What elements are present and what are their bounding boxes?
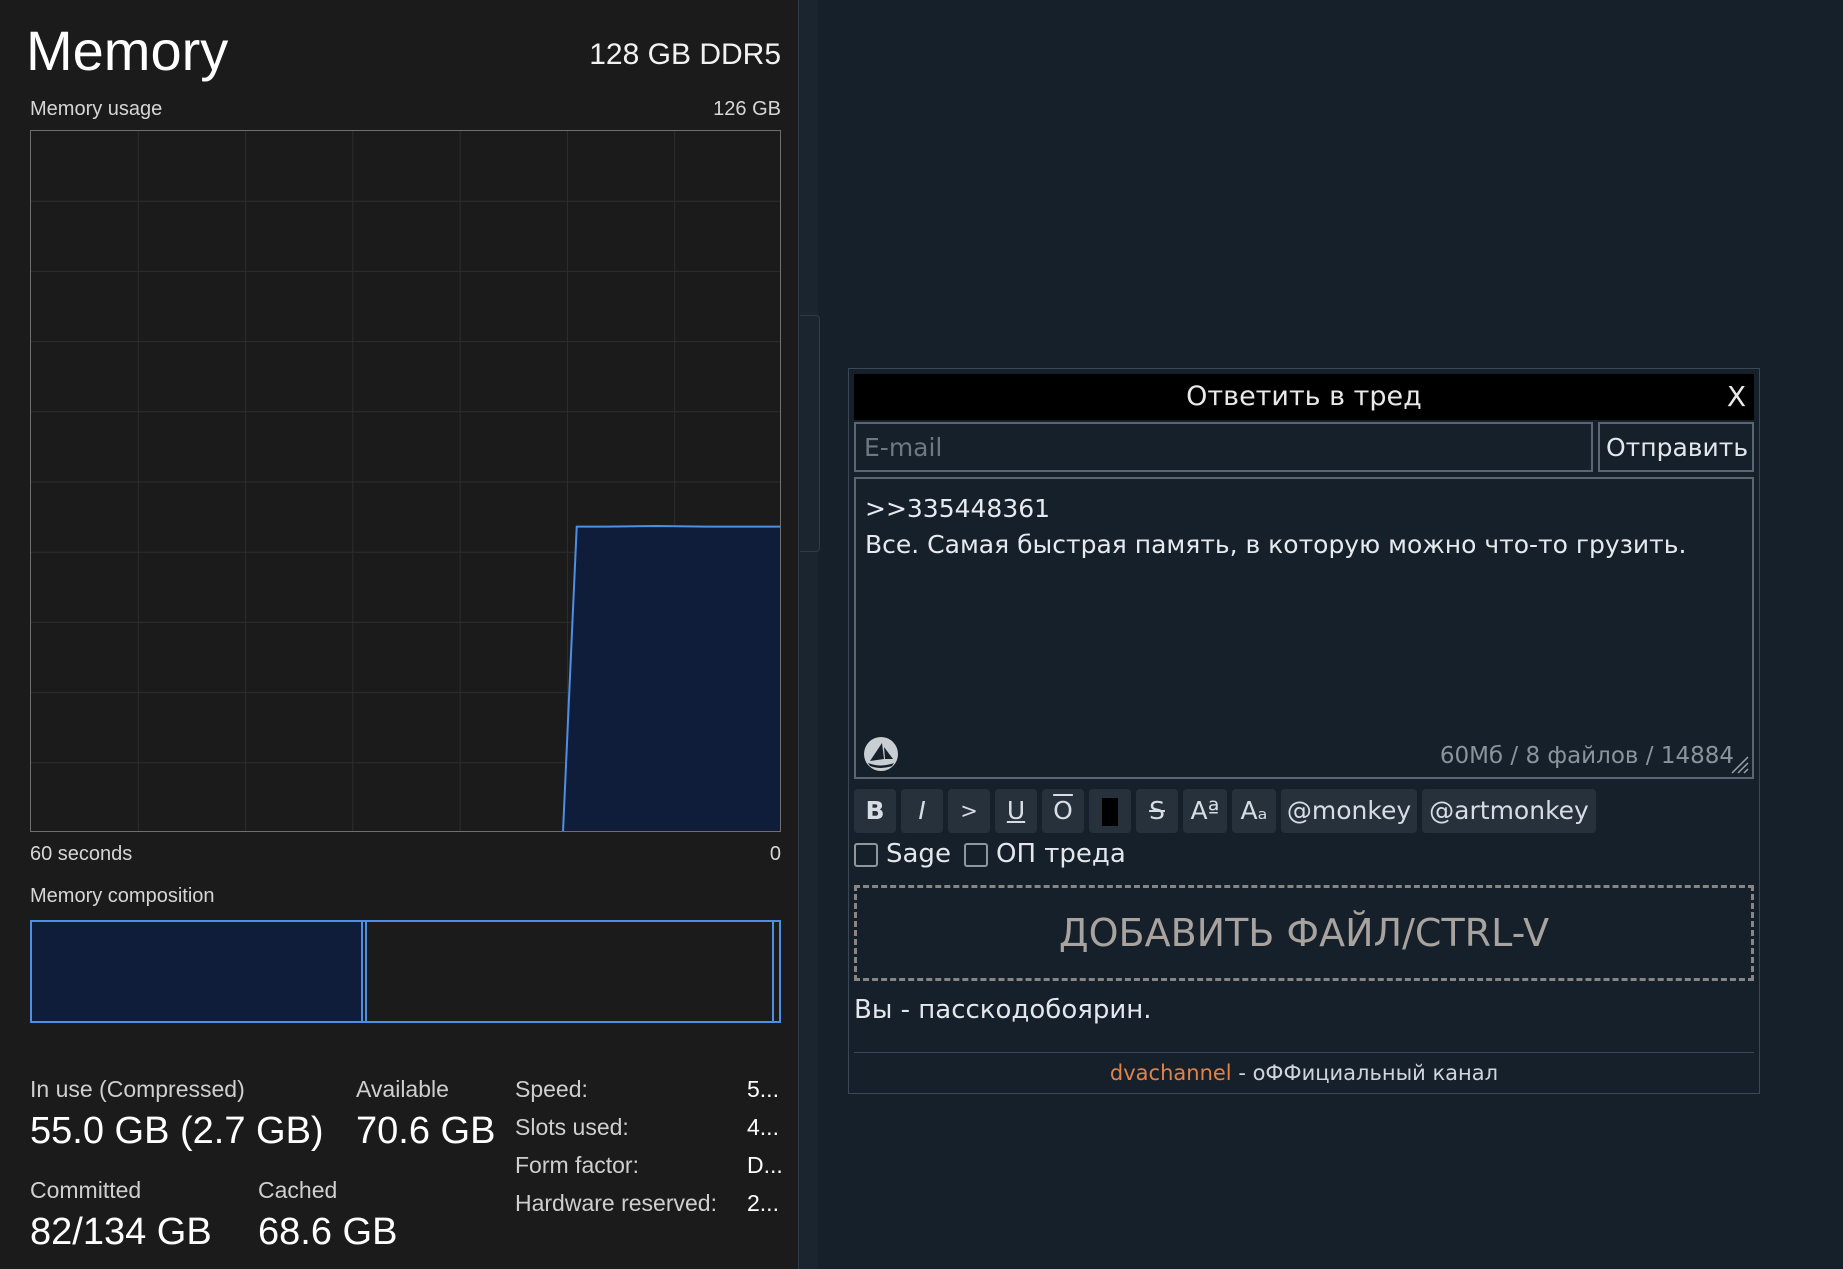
message-textarea[interactable]: >>335448361 Все. Самая быстрая память, в… xyxy=(854,477,1754,779)
sage-checkbox[interactable] xyxy=(854,843,878,867)
hardware-reserved-label: Hardware reserved: xyxy=(515,1190,717,1216)
available-value: 70.6 GB xyxy=(356,1110,496,1152)
message-line-body: Все. Самая быстрая память, в которую мож… xyxy=(865,530,1687,559)
in-use-label: In use (Compressed) xyxy=(30,1076,245,1102)
committed-label: Committed xyxy=(30,1177,142,1203)
op-label: ОП треда xyxy=(996,839,1126,869)
memory-usage-chart xyxy=(31,131,780,831)
task-manager-memory-panel: Memory 128 GB DDR5 Memory usage 126 GB 6… xyxy=(0,0,798,1269)
memory-spec: 128 GB DDR5 xyxy=(589,38,781,71)
hardware-reserved-value: 2... xyxy=(747,1190,779,1216)
in-use-value: 55.0 GB (2.7 GB) xyxy=(30,1110,324,1152)
memory-composition-bar xyxy=(30,920,781,1023)
footer-divider xyxy=(854,1052,1754,1053)
memory-usage-area xyxy=(563,526,780,831)
italic-button[interactable]: I xyxy=(901,789,943,833)
reply-form: Ответить в тред X Отправить >>335448361 … xyxy=(848,368,1760,1094)
op-option[interactable]: ОП треда xyxy=(964,837,1126,877)
graph-axis-left-label: 60 seconds xyxy=(30,843,133,865)
memory-usage-max: 126 GB xyxy=(713,98,781,120)
artmonkey-button[interactable]: @artmonkey xyxy=(1422,789,1596,833)
composition-standby-segment xyxy=(364,922,774,1021)
sail-icon[interactable] xyxy=(862,735,900,773)
window-divider-line xyxy=(798,0,799,1269)
close-button[interactable]: X xyxy=(1727,374,1746,420)
underline-button[interactable]: U xyxy=(995,789,1037,833)
spoiler-icon xyxy=(1102,798,1118,826)
graph-axis-right-label: 0 xyxy=(769,843,781,865)
submit-button[interactable]: Отправить xyxy=(1598,422,1754,472)
memory-usage-label: Memory usage xyxy=(30,98,163,120)
message-line-reply-link: >>335448361 xyxy=(865,494,1051,523)
slots-used-value: 4... xyxy=(747,1114,779,1140)
bold-button[interactable]: B xyxy=(854,789,896,833)
monkey-button[interactable]: @monkey xyxy=(1281,789,1417,833)
form-factor-value: D... xyxy=(747,1152,783,1178)
channel-link[interactable]: dvachannel xyxy=(1110,1061,1232,1085)
speed-value: 5... xyxy=(747,1076,779,1102)
sage-label: Sage xyxy=(886,839,951,869)
committed-value: 82/134 GB xyxy=(30,1211,212,1253)
passcode-status-text: Вы - пасскодобоярин. xyxy=(854,995,1152,1025)
window-gap xyxy=(798,0,818,1269)
collapsed-panel-edge[interactable] xyxy=(800,315,820,552)
spoiler-button[interactable] xyxy=(1089,789,1131,833)
available-label: Available xyxy=(356,1076,449,1102)
memory-title: Memory xyxy=(26,19,229,82)
upload-limits-text: 60Мб / 8 файлов / 14884 xyxy=(1439,743,1734,769)
quote-button[interactable]: > xyxy=(948,789,990,833)
overline-button[interactable]: O xyxy=(1042,789,1084,833)
op-checkbox[interactable] xyxy=(964,843,988,867)
slots-used-label: Slots used: xyxy=(515,1114,629,1140)
speed-label: Speed: xyxy=(515,1076,588,1102)
form-factor-label: Form factor: xyxy=(515,1152,639,1178)
reply-form-header[interactable]: Ответить в тред X xyxy=(854,374,1754,420)
file-dropzone[interactable]: ДОБАВИТЬ ФАЙЛ/CTRL-V xyxy=(854,885,1754,981)
email-field[interactable] xyxy=(854,422,1593,472)
superscript-button[interactable]: Aª xyxy=(1183,789,1227,833)
reply-footer: dvachannel - оФФициальный канал xyxy=(849,1061,1759,1085)
composition-in-use-segment xyxy=(32,922,363,1021)
cached-label: Cached xyxy=(258,1177,338,1203)
reply-form-title: Ответить в тред xyxy=(1186,381,1422,412)
resize-handle-icon[interactable] xyxy=(1726,751,1750,775)
subscript-button[interactable]: Aₐ xyxy=(1232,789,1276,833)
message-text[interactable]: >>335448361 Все. Самая быстрая память, в… xyxy=(865,491,1686,563)
cached-value: 68.6 GB xyxy=(258,1211,398,1253)
strikethrough-button[interactable]: S xyxy=(1136,789,1178,833)
memory-composition-label: Memory composition xyxy=(30,885,215,907)
memory-usage-graph xyxy=(30,130,781,832)
footer-text: - оФФициальный канал xyxy=(1231,1061,1499,1085)
